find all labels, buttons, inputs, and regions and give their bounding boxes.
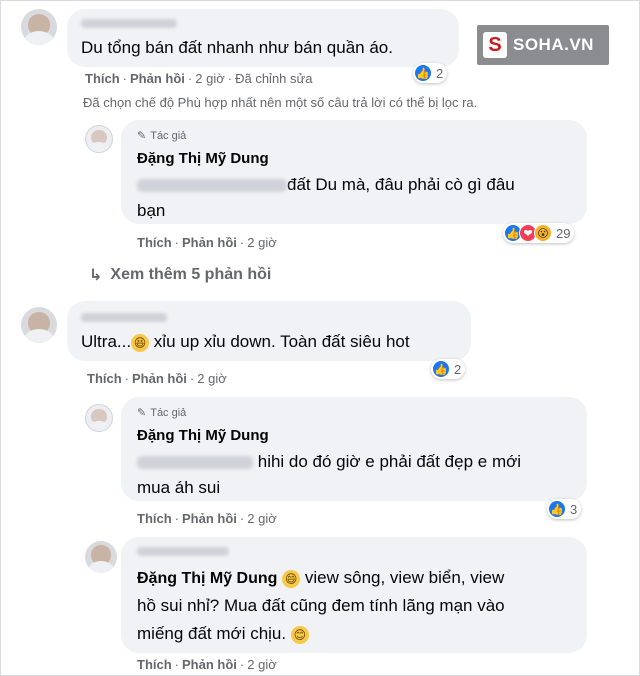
comment-text: hihi do đó giờ e phải đất đẹp e mới	[137, 449, 521, 475]
reply-button[interactable]: Phản hồi	[182, 235, 237, 250]
reply-button[interactable]: Phản hồi	[132, 371, 187, 386]
reaction-count: 2	[436, 65, 444, 81]
comment-text-continued: mua áh sui	[137, 478, 221, 497]
grin-emoji-icon: 😄	[282, 569, 301, 588]
comment-bubble: ✎ Tác giả Đặng Thị Mỹ Dung đất Du mà, đâ…	[121, 120, 587, 224]
author-badge-label: Tác giả	[150, 129, 187, 142]
mentioned-name-redacted[interactable]	[137, 179, 287, 193]
edited-label: Đã chỉnh sửa	[235, 71, 313, 86]
reaction-summary[interactable]: 👍 3	[547, 499, 582, 519]
comment-text: Du tổng bán đất nhanh như bán quần áo.	[81, 38, 393, 57]
comment-text: Đặng Thị Mỹ Dung 😄 view sông, view biển,…	[137, 568, 505, 588]
avatar[interactable]	[85, 404, 113, 432]
comment-text-continued: miếng đất mới chịu. 😊	[137, 621, 309, 647]
timestamp[interactable]: 2 giờ	[197, 371, 227, 386]
timestamp[interactable]: 2 giờ	[247, 511, 277, 526]
comment-text: Ultra... 😆 xỉu up xỉu down. Toàn đất siêu…	[81, 332, 410, 352]
timestamp[interactable]: 2 giờ	[247, 235, 277, 250]
watermark-text: SOHA.VN	[513, 35, 594, 54]
comment-text-continued: hồ sui nhỉ? Mua đất cũng đem tính lãng m…	[137, 596, 505, 615]
commenter-name-redacted[interactable]	[81, 313, 167, 322]
reaction-summary[interactable]: 👍 2	[413, 63, 448, 83]
reaction-summary[interactable]: 👍 ❤ 😮 29	[503, 223, 575, 243]
comment-actions: Thích · Phản hồi · 2 giờ	[137, 235, 277, 250]
reaction-count: 29	[556, 225, 571, 241]
mentioned-name[interactable]: Đặng Thị Mỹ Dung	[137, 570, 277, 587]
like-button[interactable]: Thích	[87, 371, 122, 386]
commenter-name-redacted[interactable]	[137, 547, 229, 556]
like-button[interactable]: Thích	[137, 235, 172, 250]
reply-button[interactable]: Phản hồi	[182, 511, 237, 526]
commenter-name[interactable]: Đặng Thị Mỹ Dung	[137, 150, 269, 167]
pen-icon: ✎	[137, 130, 147, 142]
comment-actions: Thích · Phản hồi · 2 giờ	[137, 511, 277, 526]
reaction-count: 3	[570, 501, 578, 517]
comment-actions: Thích · Phản hồi · 2 giờ	[87, 371, 227, 386]
comment-thread: S SOHA.VN Du tổng bán đất nhanh như bán …	[0, 0, 640, 676]
soha-logo-icon: S	[483, 32, 507, 58]
reaction-count: 2	[454, 361, 462, 377]
comment-bubble: Đặng Thị Mỹ Dung 😄 view sông, view biển,…	[121, 537, 587, 653]
avatar[interactable]	[85, 125, 113, 153]
smile-emoji-icon: 😊	[290, 625, 309, 644]
avatar[interactable]	[21, 307, 57, 343]
comment-text: đất Du mà, đâu phải cò gì đâu	[137, 172, 515, 198]
commenter-name[interactable]: Đặng Thị Mỹ Dung	[137, 427, 269, 444]
timestamp[interactable]: 2 giờ	[247, 657, 277, 672]
timestamp[interactable]: 2 giờ	[195, 71, 225, 86]
wow-icon: 😮	[534, 224, 552, 242]
see-more-label: Xem thêm 5 phản hồi	[110, 266, 272, 283]
reply-arrow-icon: ↳	[89, 267, 103, 284]
comment-bubble: ✎ Tác giả Đặng Thị Mỹ Dung hihi do đó gi…	[121, 397, 587, 501]
see-more-replies-link[interactable]: ↳ Xem thêm 5 phản hồi	[89, 265, 271, 285]
like-button[interactable]: Thích	[137, 657, 172, 672]
pen-icon: ✎	[137, 407, 147, 419]
like-button[interactable]: Thích	[137, 511, 172, 526]
mentioned-name-redacted[interactable]	[137, 456, 253, 470]
reply-button[interactable]: Phản hồi	[130, 71, 185, 86]
avatar[interactable]	[21, 9, 57, 45]
like-icon: 👍	[548, 500, 566, 518]
comment-bubble: Ultra... 😆 xỉu up xỉu down. Toàn đất siêu…	[67, 301, 471, 361]
like-icon: 👍	[414, 64, 432, 82]
comment-actions: Thích · Phản hồi · 2 giờ · Đã chỉnh sửa	[85, 71, 313, 86]
comment-actions: Thích · Phản hồi · 2 giờ	[137, 657, 277, 672]
comment-bubble: Du tổng bán đất nhanh như bán quần áo.	[67, 9, 459, 67]
like-button[interactable]: Thích	[85, 71, 120, 86]
avatar[interactable]	[85, 541, 117, 573]
laughing-emoji-icon: 😆	[131, 333, 150, 352]
like-icon: 👍	[432, 360, 450, 378]
filter-notice: Đã chọn chế độ Phù hợp nhất nên một số c…	[83, 95, 478, 110]
reply-button[interactable]: Phản hồi	[182, 657, 237, 672]
author-badge-label: Tác giả	[150, 406, 187, 419]
author-badge: ✎ Tác giả	[137, 129, 187, 143]
reaction-summary[interactable]: 👍 2	[431, 359, 466, 379]
comment-text-continued: bạn	[137, 201, 166, 220]
author-badge: ✎ Tác giả	[137, 406, 187, 420]
soha-watermark: S SOHA.VN	[477, 25, 609, 65]
commenter-name-redacted[interactable]	[81, 19, 177, 28]
